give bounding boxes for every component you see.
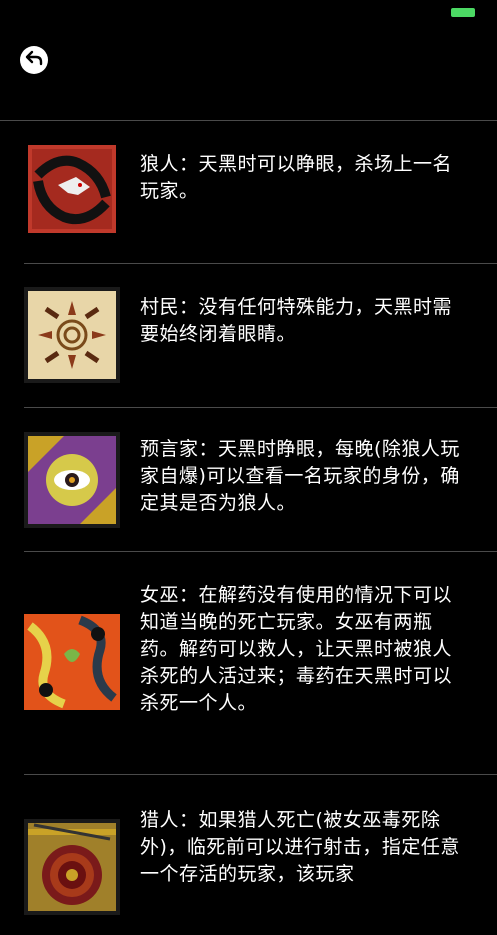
witch-card-icon: [24, 614, 120, 710]
role-row-hunter[interactable]: 猎人：如果猎人死亡(被女巫毒死除外)，临死前可以进行射击，指定任意一个存活的玩家…: [24, 775, 497, 935]
back-arrow-icon: [24, 48, 44, 72]
role-row-seer[interactable]: 预言家：天黑时睁眼，每晚(除狼人玩家自爆)可以查看一名玩家的身份，确定其是否为狼…: [24, 408, 497, 552]
role-description: 狼人：天黑时可以睁眼，杀场上一名玩家。: [140, 153, 453, 202]
hunter-card-icon: [24, 819, 120, 915]
role-description: 预言家：天黑时睁眼，每晚(除狼人玩家自爆)可以查看一名玩家的身份，确定其是否为狼…: [140, 438, 460, 514]
role-list: 狼人：天黑时可以睁眼，杀场上一名玩家。 村民：没有任何特殊能力，天黑时需要始终闭…: [0, 121, 497, 935]
role-description: 女巫：在解药没有使用的情况下可以知道当晚的死亡玩家。女巫有两瓶药。解药可以救人，…: [140, 584, 453, 714]
battery-indicator: [451, 8, 475, 17]
role-row-villager[interactable]: 村民：没有任何特殊能力，天黑时需要始终闭着眼睛。: [24, 264, 497, 408]
back-button[interactable]: [20, 46, 48, 74]
seer-card-icon: [24, 432, 120, 528]
role-row-witch[interactable]: 女巫：在解药没有使用的情况下可以知道当晚的死亡玩家。女巫有两瓶药。解药可以救人，…: [24, 552, 497, 775]
werewolf-card-icon: [28, 145, 116, 233]
role-description: 猎人：如果猎人死亡(被女巫毒死除外)，临死前可以进行射击，指定任意一个存活的玩家…: [140, 809, 460, 885]
role-row-werewolf[interactable]: 狼人：天黑时可以睁眼，杀场上一名玩家。: [24, 121, 497, 264]
role-description: 村民：没有任何特殊能力，天黑时需要始终闭着眼睛。: [140, 296, 453, 345]
villager-card-icon: [24, 287, 120, 383]
